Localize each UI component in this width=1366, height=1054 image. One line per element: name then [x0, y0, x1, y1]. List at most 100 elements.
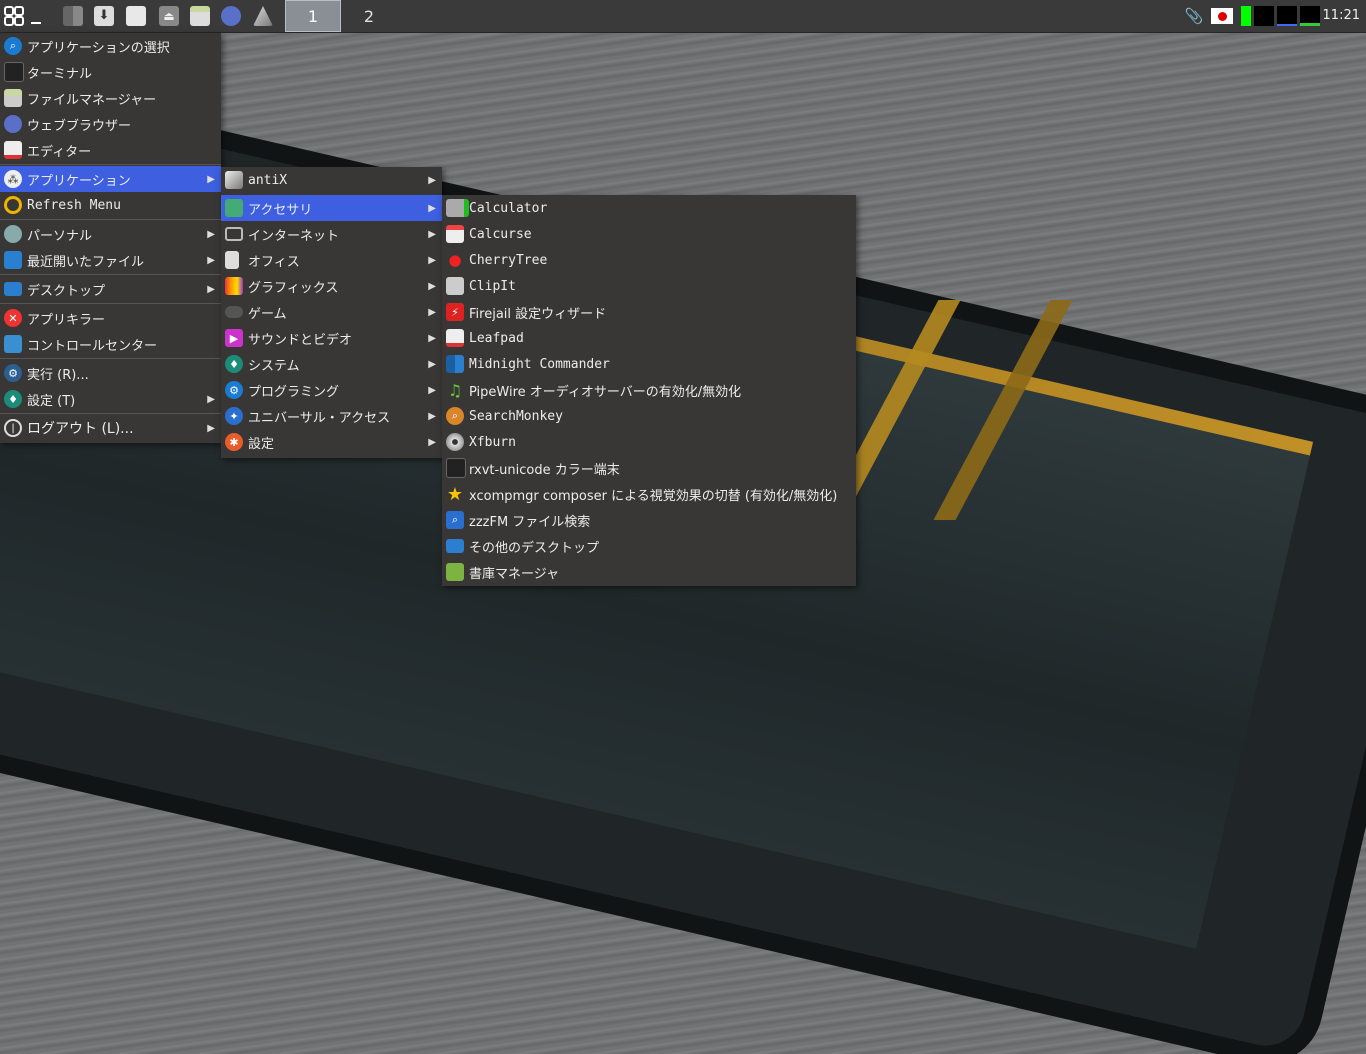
menu-item-universal-access[interactable]: ✦ ユニバーサル・アクセス ▶ — [221, 403, 442, 429]
music-note-icon: ♫ — [447, 380, 463, 400]
cpu-monitor-icon[interactable] — [1254, 4, 1274, 28]
web-browser-icon — [4, 115, 22, 133]
workspace-1-button[interactable]: 1 — [285, 0, 341, 32]
terminal-icon — [4, 62, 24, 82]
menu-item-games[interactable]: ゲーム ▶ — [221, 299, 442, 325]
clock[interactable]: 11:21 — [1323, 0, 1360, 32]
download-icon[interactable]: ⬇ — [93, 4, 115, 28]
menu-item-leafpad[interactable]: Leafpad — [442, 325, 856, 351]
file-manager-icon — [4, 89, 22, 107]
keyboard-layout-flag-icon[interactable] — [1210, 4, 1234, 28]
chevron-right-icon: ▶ — [207, 393, 215, 405]
connection-icon[interactable] — [252, 4, 274, 28]
menu-item-system[interactable]: ♦ システム ▶ — [221, 351, 442, 377]
terminal-icon — [446, 458, 466, 478]
menu-item-rxvt-unicode[interactable]: rxvt-unicode カラー端末 — [442, 455, 856, 481]
menu-item-programming[interactable]: ⚙ プログラミング ▶ — [221, 377, 442, 403]
universal-access-icon: ✦ — [225, 407, 243, 425]
menu-item-archive-manager[interactable]: 書庫マネージャ — [442, 559, 856, 585]
chevron-right-icon: ▶ — [207, 228, 215, 240]
cherry-icon: ● — [448, 251, 462, 269]
programming-icon: ⚙ — [225, 381, 243, 399]
menu-item-internet[interactable]: インターネット ▶ — [221, 221, 442, 247]
menu-item-run[interactable]: ⚙ 実行 (R)... — [0, 360, 221, 386]
menu-item-zzzfm-search[interactable]: ⌕ zzzFM ファイル検索 — [442, 507, 856, 533]
menu-separator — [0, 164, 221, 165]
antix-icon — [225, 171, 243, 189]
menu-item-xfburn[interactable]: Xfburn — [442, 429, 856, 455]
menu-item-applications[interactable]: ⁂ アプリケーション ▶ — [0, 166, 221, 192]
menu-item-logout[interactable]: | ログアウト (L)... ▶ — [0, 415, 221, 441]
menu-item-app-killer[interactable]: ✕ アプリキラー — [0, 305, 221, 331]
menu-item-xcompmgr[interactable]: ★ xcompmgr composer による視覚効果の切替 (有効化/無効化) — [442, 481, 856, 507]
battery-icon[interactable] — [1240, 4, 1252, 28]
desktop-icon — [446, 539, 464, 553]
start-menu-icon[interactable] — [2, 4, 26, 28]
chevron-right-icon: ▶ — [428, 332, 436, 344]
minimize-icon[interactable] — [30, 4, 42, 24]
menu-item-web-browser[interactable]: ウェブブラウザー — [0, 111, 221, 137]
chevron-right-icon: ▶ — [428, 384, 436, 396]
midnight-commander-icon — [446, 355, 464, 373]
chevron-right-icon: ▶ — [207, 254, 215, 266]
file-manager-icon[interactable] — [125, 4, 147, 28]
control-center-icon — [4, 335, 22, 353]
menu-item-calcurse[interactable]: Calcurse — [442, 221, 856, 247]
menu-item-calculator[interactable]: Calculator — [442, 195, 856, 221]
chevron-right-icon: ▶ — [428, 228, 436, 240]
file-manager-alt-icon[interactable] — [189, 4, 211, 28]
chevron-right-icon: ▶ — [428, 174, 436, 186]
menu-item-clipit[interactable]: ClipIt — [442, 273, 856, 299]
menu-item-graphics[interactable]: グラフィックス ▶ — [221, 273, 442, 299]
menu-item-sound-video[interactable]: ▶ サウンドとビデオ ▶ — [221, 325, 442, 351]
chevron-right-icon: ▶ — [428, 202, 436, 214]
web-browser-icon[interactable] — [220, 4, 242, 28]
recent-files-icon — [4, 251, 22, 269]
eject-icon[interactable]: ⏏ — [158, 4, 180, 28]
menu-item-accessories[interactable]: アクセサリ ▶ — [221, 195, 442, 221]
menu-item-refresh-menu[interactable]: Refresh Menu — [0, 192, 221, 218]
calculator-icon — [446, 199, 469, 217]
file-search-icon: ⌕ — [446, 511, 464, 529]
menu-item-firejail[interactable]: ⚡ Firejail 設定ウィザード — [442, 299, 856, 325]
applications-icon: ⁂ — [4, 170, 22, 188]
menu-item-searchmonkey[interactable]: ⌕ SearchMonkey — [442, 403, 856, 429]
leafpad-icon — [446, 329, 464, 347]
chevron-right-icon: ▶ — [428, 280, 436, 292]
menu-item-recent-files[interactable]: 最近開いたファイル ▶ — [0, 247, 221, 273]
workspace-2-button[interactable]: 2 — [341, 0, 397, 32]
app-killer-icon: ✕ — [4, 309, 22, 327]
personal-icon — [4, 225, 22, 243]
network-monitor-icon[interactable] — [1300, 4, 1320, 28]
menu-item-control-center[interactable]: コントロールセンター — [0, 331, 221, 357]
menu-item-antix[interactable]: antiX ▶ — [221, 167, 442, 193]
menu-item-terminal[interactable]: ターミナル — [0, 59, 221, 85]
menu-item-file-manager[interactable]: ファイルマネージャー — [0, 85, 221, 111]
taskbar: ⬇ ⏏ 1 2 📎 11:21 — [0, 0, 1366, 33]
menu-item-pipewire[interactable]: ♫ PipeWire オーディオサーバーの有効化/無効化 — [442, 377, 856, 403]
menu-separator — [0, 358, 221, 359]
search-monkey-icon: ⌕ — [446, 407, 464, 425]
menu-item-settings[interactable]: ♦ 設定 (T) ▶ — [0, 386, 221, 412]
paperclip-icon[interactable]: 📎 — [1184, 4, 1204, 28]
calendar-icon — [446, 225, 464, 243]
chevron-right-icon: ▶ — [428, 306, 436, 318]
menu-item-personal[interactable]: パーソナル ▶ — [0, 221, 221, 247]
settings-icon: ✱ — [225, 433, 243, 451]
menu-separator — [0, 303, 221, 304]
menu-item-app-finder[interactable]: ⌕ アプリケーションの選択 — [0, 33, 221, 59]
show-desktop-icon[interactable] — [62, 4, 84, 28]
accessories-icon — [225, 199, 243, 217]
menu-item-desktop[interactable]: デスクトップ ▶ — [0, 276, 221, 302]
editor-icon — [4, 141, 22, 159]
memory-monitor-icon[interactable] — [1277, 4, 1297, 28]
accessories-submenu: Calculator Calcurse ● CherryTree ClipIt ⚡… — [442, 195, 856, 586]
menu-item-cherrytree[interactable]: ● CherryTree — [442, 247, 856, 273]
menu-item-editor[interactable]: エディター — [0, 137, 221, 163]
menu-item-midnight-commander[interactable]: Midnight Commander — [442, 351, 856, 377]
menu-item-other-desktops[interactable]: その他のデスクトップ — [442, 533, 856, 559]
office-icon — [225, 251, 239, 269]
menu-item-apps-settings[interactable]: ✱ 設定 ▶ — [221, 429, 442, 455]
internet-icon — [225, 227, 243, 241]
menu-item-office[interactable]: オフィス ▶ — [221, 247, 442, 273]
